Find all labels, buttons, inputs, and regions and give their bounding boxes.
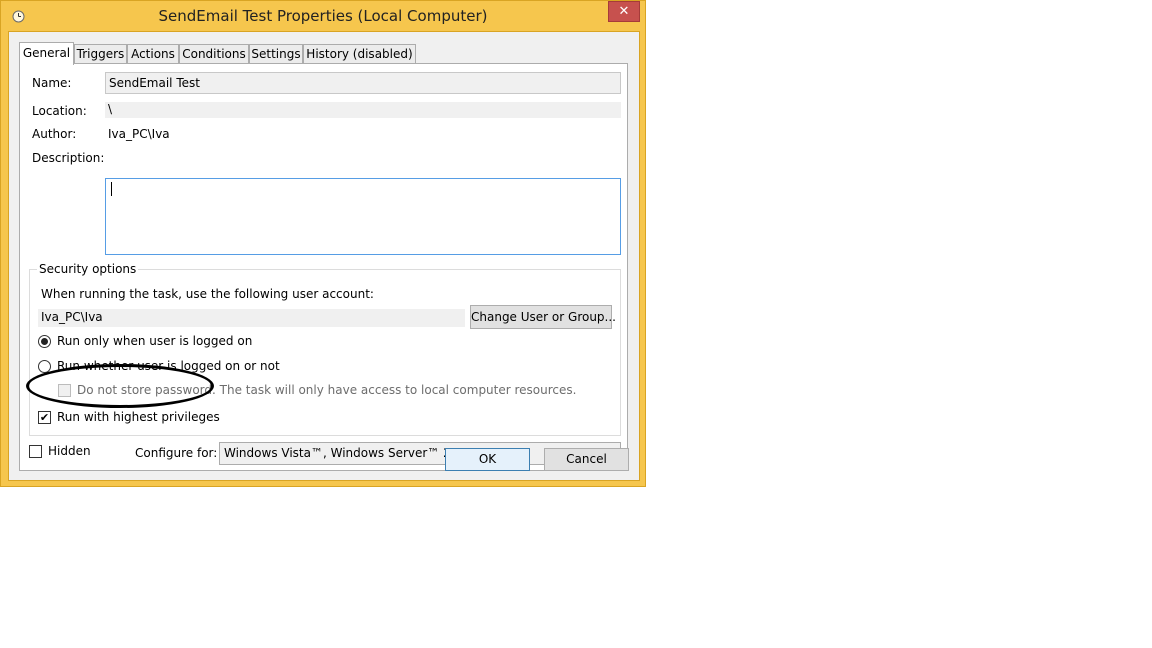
author-value: Iva_PC\Iva <box>108 127 170 141</box>
security-options-title: Security options <box>37 262 139 276</box>
run-logged-on-label[interactable]: Run only when user is logged on <box>57 334 252 348</box>
ok-button[interactable]: OK <box>445 448 530 471</box>
tab-conditions[interactable]: Conditions <box>179 44 249 64</box>
close-button[interactable]: ✕ <box>608 1 640 22</box>
run-whether-radio[interactable] <box>38 360 51 373</box>
description-textarea[interactable] <box>105 178 621 255</box>
dialog-client: General Triggers Actions Conditions Sett… <box>8 31 640 481</box>
text-caret <box>111 182 112 196</box>
location-label: Location: <box>32 104 87 118</box>
change-user-or-group-button[interactable]: Change User or Group... <box>470 305 616 329</box>
user-account-field: Iva_PC\Iva <box>38 309 465 327</box>
hidden-checkbox[interactable] <box>29 445 42 458</box>
author-label: Author: <box>32 127 77 141</box>
no-store-password-checkbox[interactable] <box>58 384 71 397</box>
tab-triggers[interactable]: Triggers <box>74 44 127 64</box>
tab-actions[interactable]: Actions <box>127 44 179 64</box>
tab-general[interactable]: General <box>19 42 74 65</box>
run-logged-on-radio[interactable] <box>38 335 51 348</box>
security-options-group: Security options When running the task, … <box>29 262 621 436</box>
tab-settings[interactable]: Settings <box>249 44 303 64</box>
name-label: Name: <box>32 76 72 90</box>
general-panel: Name: SendEmail Test Location: \ Author:… <box>19 63 628 471</box>
tab-history[interactable]: History (disabled) <box>303 44 416 64</box>
cancel-button[interactable]: Cancel <box>544 448 629 471</box>
hidden-label[interactable]: Hidden <box>48 444 91 458</box>
properties-window: SendEmail Test Properties (Local Compute… <box>0 0 646 487</box>
name-field[interactable]: SendEmail Test <box>105 72 621 94</box>
highest-privileges-checkbox[interactable]: ✔ <box>38 411 51 424</box>
highest-privileges-label[interactable]: Run with highest privileges <box>57 410 220 424</box>
close-icon: ✕ <box>618 4 630 19</box>
no-store-password-label: Do not store password. The task will onl… <box>77 383 577 397</box>
configure-for-label: Configure for: <box>135 446 218 460</box>
account-prompt: When running the task, use the following… <box>41 287 374 301</box>
configure-for-value: Windows Vista™, Windows Server™ 2008 <box>224 446 474 460</box>
location-value: \ <box>105 102 621 118</box>
description-label: Description: <box>32 151 105 165</box>
run-whether-label[interactable]: Run whether user is logged on or not <box>57 359 280 373</box>
window-title: SendEmail Test Properties (Local Compute… <box>158 7 488 25</box>
